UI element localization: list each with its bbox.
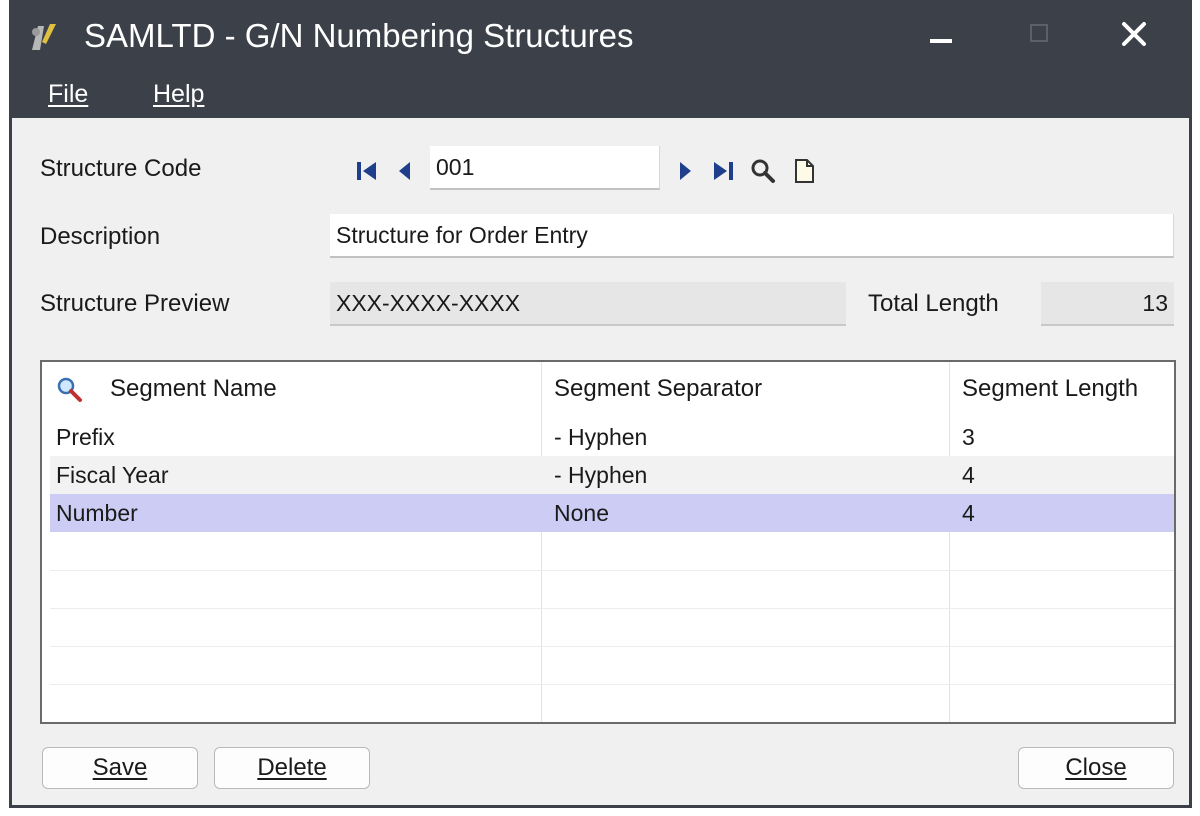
- table-row[interactable]: Prefix - Hyphen 3: [50, 418, 1174, 456]
- app-logo-icon: [32, 24, 56, 50]
- window-title: SAMLTD - G/N Numbering Structures: [84, 17, 634, 54]
- total-length-label: Total Length: [868, 290, 999, 317]
- cell-segment-separator: None: [554, 500, 609, 526]
- delete-button[interactable]: Delete: [214, 747, 370, 789]
- close-button[interactable]: Close: [1018, 747, 1174, 789]
- structure-code-input[interactable]: 001: [430, 146, 660, 190]
- row-divider: [50, 570, 1174, 571]
- table-row-selected[interactable]: Number None 4: [50, 494, 1174, 532]
- row-divider: [50, 608, 1174, 609]
- menu-bar: File Help: [12, 72, 1189, 118]
- row-divider: [50, 684, 1174, 685]
- dialog-content: Structure Code 001 Description Structure…: [12, 118, 1189, 805]
- structure-preview-label: Structure Preview: [40, 290, 230, 317]
- total-length-field: 13: [1041, 282, 1174, 326]
- close-window-button[interactable]: [1104, 10, 1164, 62]
- column-divider: [949, 362, 950, 722]
- finder-icon[interactable]: [750, 158, 776, 184]
- menu-help[interactable]: Help: [153, 78, 204, 110]
- cell-segment-name: Prefix: [56, 424, 115, 450]
- description-input[interactable]: Structure for Order Entry: [330, 214, 1174, 258]
- table-row[interactable]: Fiscal Year - Hyphen 4: [50, 456, 1174, 494]
- column-header-segment-name[interactable]: Segment Name: [110, 374, 277, 404]
- column-divider: [541, 362, 542, 722]
- cell-segment-name: Fiscal Year: [56, 462, 169, 488]
- dialog-window: SAMLTD - G/N Numbering Structures File H…: [9, 0, 1192, 808]
- structure-code-label: Structure Code: [40, 155, 202, 182]
- previous-record-icon[interactable]: [396, 158, 414, 184]
- new-document-icon[interactable]: [792, 158, 816, 184]
- minimize-button[interactable]: [910, 10, 970, 62]
- next-record-icon[interactable]: [676, 158, 694, 184]
- segments-grid[interactable]: Segment Name Segment Separator Segment L…: [40, 360, 1176, 724]
- first-record-icon[interactable]: [354, 158, 380, 184]
- save-button[interactable]: Save: [42, 747, 198, 789]
- structure-preview-field: XXX-XXXX-XXXX: [330, 282, 846, 326]
- close-icon: [1122, 22, 1146, 46]
- cell-segment-name: Number: [56, 500, 138, 526]
- grid-search-icon[interactable]: [56, 376, 84, 404]
- row-divider: [50, 646, 1174, 647]
- column-header-segment-separator[interactable]: Segment Separator: [554, 374, 762, 404]
- cell-segment-separator: - Hyphen: [554, 462, 648, 488]
- description-label: Description: [40, 223, 161, 250]
- cell-segment-separator: - Hyphen: [554, 424, 648, 450]
- cell-segment-length: 4: [962, 500, 975, 526]
- title-bar[interactable]: SAMLTD - G/N Numbering Structures: [12, 0, 1189, 72]
- maximize-button[interactable]: [1010, 10, 1070, 62]
- column-header-segment-length[interactable]: Segment Length: [962, 374, 1138, 404]
- menu-file[interactable]: File: [48, 78, 88, 110]
- cell-segment-length: 3: [962, 424, 975, 450]
- cell-segment-length: 4: [962, 462, 975, 488]
- last-record-icon[interactable]: [710, 158, 736, 184]
- grid-header: Segment Name Segment Separator Segment L…: [42, 362, 1174, 416]
